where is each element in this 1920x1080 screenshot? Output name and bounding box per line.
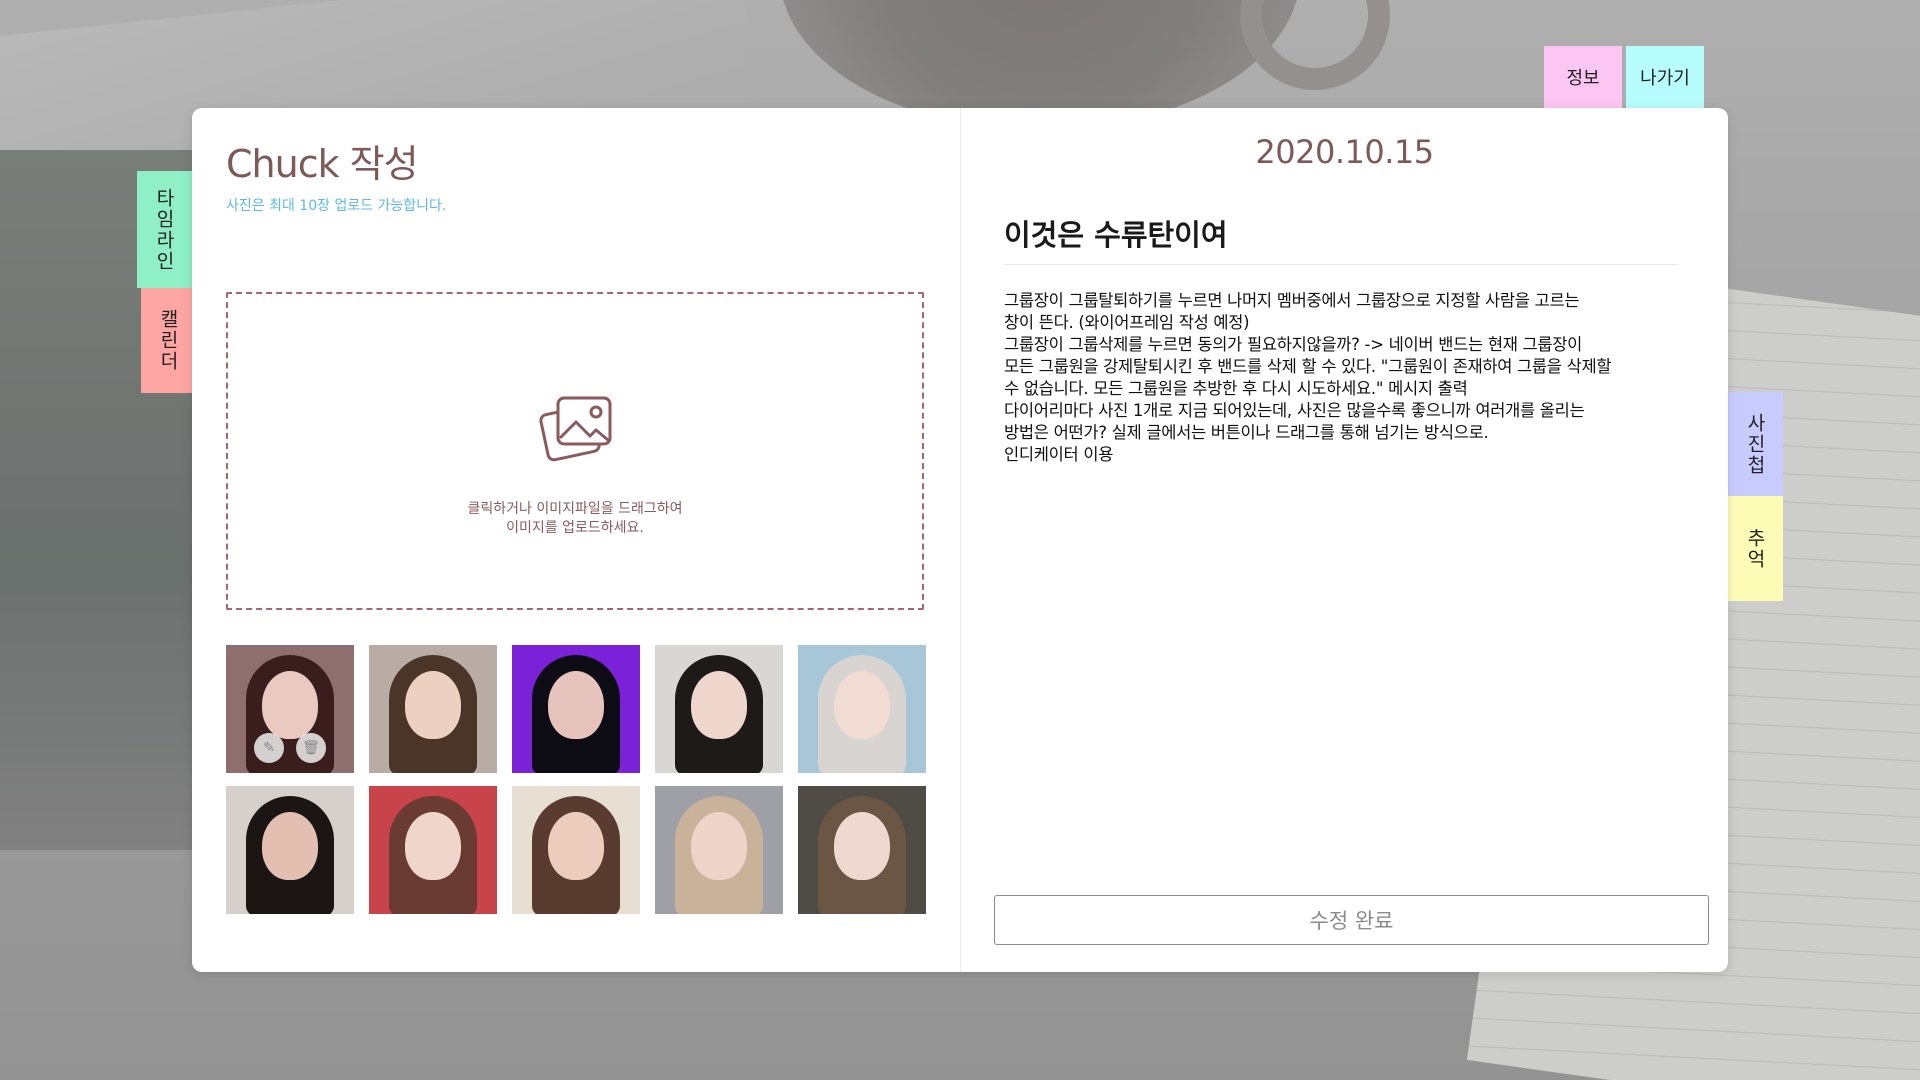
photo-face <box>691 812 747 880</box>
post-body[interactable]: 그룹장이 그룹탈퇴하기를 누르면 나머지 멤버중에서 그룹장으로 지정할 사람을… <box>1004 290 1694 466</box>
post-date: 2020.10.15 <box>1255 133 1434 171</box>
dropzone-line-2: 이미지를 업로드하세요. <box>506 520 644 536</box>
photo-face <box>834 671 890 739</box>
photo-face <box>405 812 461 880</box>
photo-thumbnail-4[interactable] <box>655 645 783 773</box>
dropzone-line-1: 클릭하거나 이미지파일을 드래그하여 <box>467 501 683 517</box>
photo-face <box>262 671 318 739</box>
photo-thumbnail-9[interactable] <box>655 786 783 914</box>
tab-timeline[interactable]: 타임라인 <box>137 171 192 288</box>
tab-calendar[interactable]: 캘린더 <box>141 288 196 393</box>
editor-panel: Chuck 작성 사진은 최대 10장 업로드 가능합니다. 클릭하거나 이미지… <box>192 108 960 972</box>
delete-photo-icon[interactable]: 🗑 <box>296 733 326 763</box>
photo-thumbnail-3[interactable] <box>512 645 640 773</box>
photo-face <box>405 671 461 739</box>
photo-face <box>691 671 747 739</box>
photo-face <box>834 812 890 880</box>
photo-face <box>548 671 604 739</box>
photo-thumbnail-5[interactable] <box>798 645 926 773</box>
photo-thumbnail-7[interactable] <box>369 786 497 914</box>
photo-face <box>548 812 604 880</box>
edit-complete-button[interactable]: 수정 완료 <box>994 895 1709 945</box>
image-dropzone[interactable]: 클릭하거나 이미지파일을 드래그하여 이미지를 업로드하세요. <box>226 292 924 610</box>
post-panel: 2020.10.15 이것은 수류탄이여 그룹장이 그룹탈퇴하기를 누르면 나머… <box>961 108 1728 972</box>
exit-button[interactable]: 나가기 <box>1626 46 1704 108</box>
photo-thumbnail-1[interactable]: ✎ 🗑 <box>226 645 354 773</box>
image-upload-icon <box>539 396 612 462</box>
diary-card: Chuck 작성 사진은 최대 10장 업로드 가능합니다. 클릭하거나 이미지… <box>192 108 1728 972</box>
photo-thumbnail-6[interactable] <box>226 786 354 914</box>
upload-limit-note: 사진은 최대 10장 업로드 가능합니다. <box>226 198 447 214</box>
photo-thumbnail-10[interactable] <box>798 786 926 914</box>
tab-memory[interactable]: 추억 <box>1728 496 1783 601</box>
info-button[interactable]: 정보 <box>1544 46 1622 108</box>
photo-thumbnail-8[interactable] <box>512 786 640 914</box>
dropzone-instructions: 클릭하거나 이미지파일을 드래그하여 이미지를 업로드하세요. <box>228 500 922 538</box>
title-divider <box>1004 264 1678 265</box>
photo-face <box>262 812 318 880</box>
page-title: Chuck 작성 <box>226 142 419 186</box>
photo-thumbnail-2[interactable] <box>369 645 497 773</box>
edit-photo-icon[interactable]: ✎ <box>254 733 284 763</box>
post-title[interactable]: 이것은 수류탄이여 <box>1004 212 1228 254</box>
tab-album[interactable]: 사진첩 <box>1728 392 1783 496</box>
